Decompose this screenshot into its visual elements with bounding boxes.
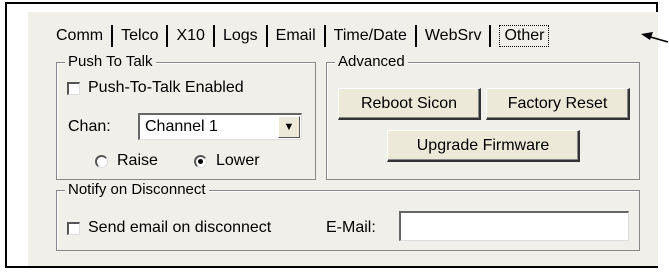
push-to-talk-enabled-label: Push-To-Talk Enabled (88, 79, 244, 96)
arrow-pointer-icon (641, 32, 669, 43)
chan-label-row: Chan: (68, 118, 111, 136)
push-to-talk-title: Push To Talk (65, 53, 156, 71)
tab-email[interactable]: Email (274, 27, 318, 45)
channel-select-value: Channel 1 (145, 118, 218, 135)
lower-radio-row[interactable]: Lower (194, 152, 260, 170)
tab-divider (166, 25, 169, 47)
tab-divider (323, 25, 326, 47)
send-email-row[interactable]: Send email on disconnect (67, 219, 271, 237)
reboot-sicon-button[interactable]: Reboot Sicon (338, 88, 481, 120)
chan-label: Chan: (68, 118, 111, 135)
factory-reset-button[interactable]: Factory Reset (486, 88, 630, 120)
lower-label: Lower (216, 152, 260, 169)
channel-select[interactable]: Channel 1 ▼ (138, 113, 302, 140)
advanced-title: Advanced (335, 53, 408, 71)
lower-radio[interactable] (194, 154, 207, 168)
tab-telco[interactable]: Telco (119, 27, 160, 45)
tab-other[interactable]: Other (499, 25, 550, 47)
chevron-down-icon[interactable]: ▼ (278, 116, 300, 138)
upgrade-firmware-button[interactable]: Upgrade Firmware (387, 130, 580, 162)
advanced-group: Advanced (326, 53, 640, 180)
tab-divider (489, 25, 492, 47)
push-to-talk-enabled-row[interactable]: Push-To-Talk Enabled (67, 79, 244, 97)
tab-divider (111, 25, 114, 47)
tab-divider (265, 25, 268, 47)
email-input[interactable] (399, 211, 629, 241)
send-email-checkbox[interactable] (67, 221, 80, 235)
tab-divider (414, 25, 417, 47)
raise-label: Raise (117, 152, 158, 169)
raise-radio[interactable] (95, 154, 108, 168)
push-to-talk-checkbox[interactable] (67, 81, 80, 95)
email-label-row: E-Mail: (326, 219, 376, 237)
notify-disconnect-title: Notify on Disconnect (65, 181, 209, 199)
tab-x10[interactable]: X10 (174, 27, 206, 45)
tab-logs[interactable]: Logs (221, 27, 260, 45)
tab-divider (212, 25, 215, 47)
send-email-label: Send email on disconnect (88, 219, 272, 236)
tab-comm[interactable]: Comm (54, 27, 105, 45)
tab-strip: Comm Telco X10 Logs Email Time/Date WebS… (54, 21, 550, 51)
tab-websrv[interactable]: WebSrv (423, 27, 484, 45)
tab-time-date[interactable]: Time/Date (332, 27, 409, 45)
raise-radio-row[interactable]: Raise (95, 152, 158, 170)
email-label: E-Mail: (326, 219, 376, 236)
